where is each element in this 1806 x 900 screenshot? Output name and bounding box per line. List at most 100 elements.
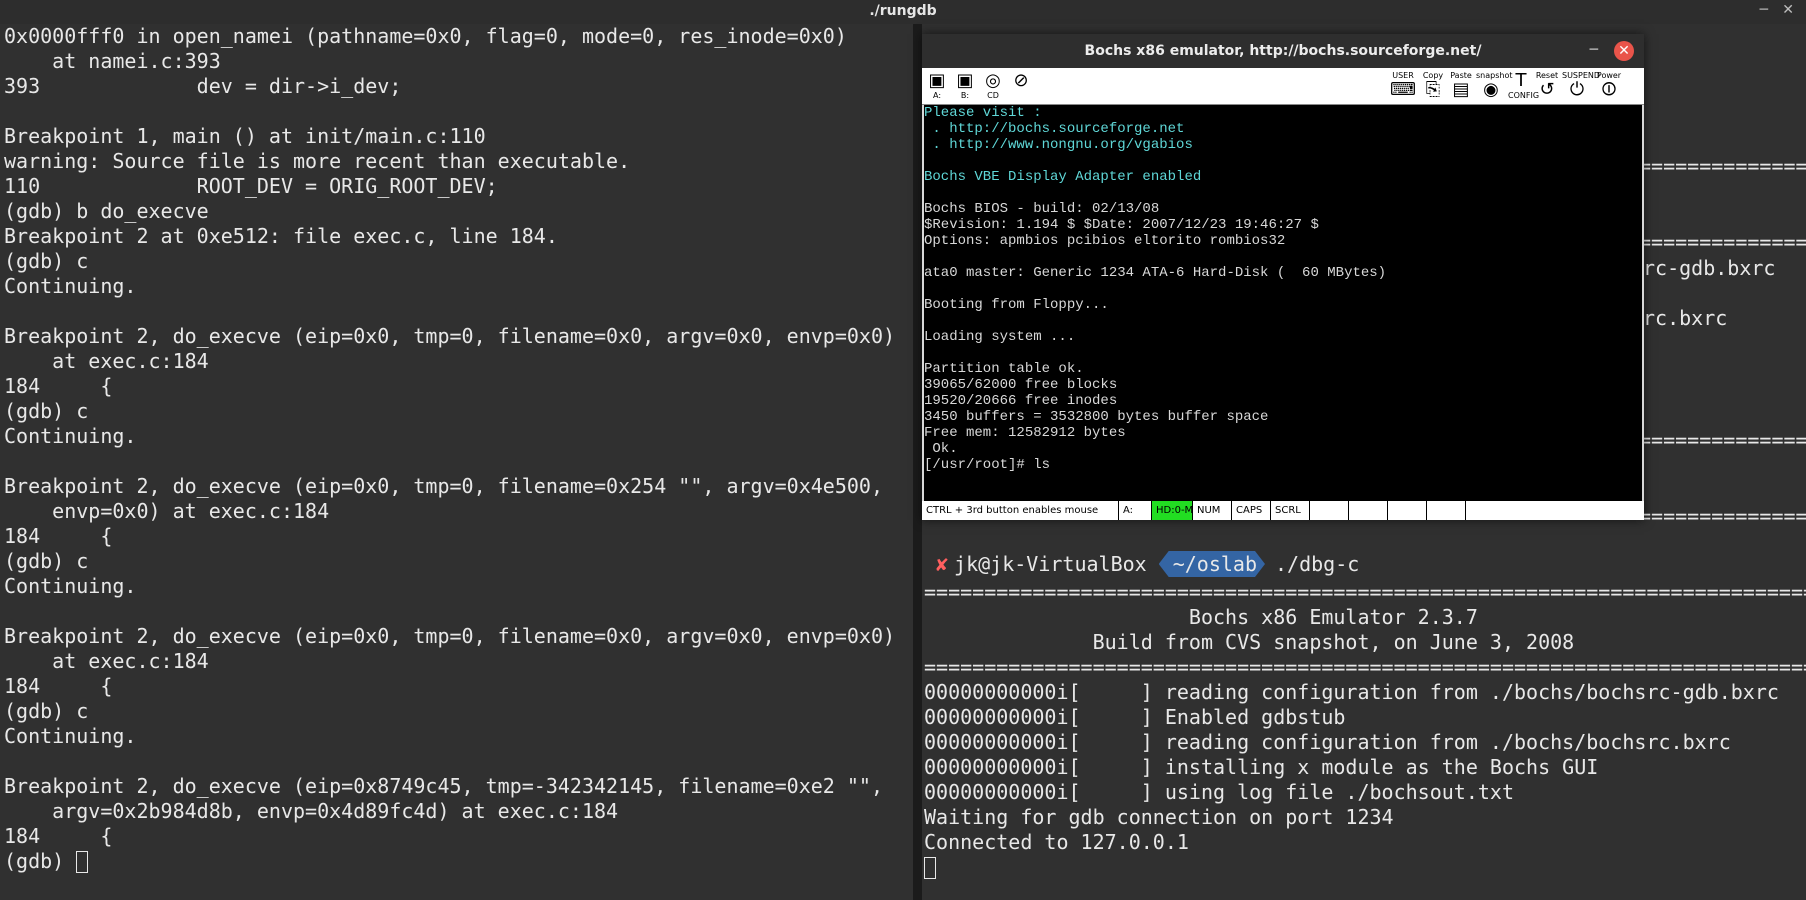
- close-icon[interactable]: ✕: [1614, 41, 1634, 61]
- status-empty: [1310, 501, 1349, 520]
- status-caps: CAPS: [1232, 501, 1271, 520]
- terminal-line: Connected to 127.0.0.1: [924, 830, 1189, 854]
- keyboard-icon[interactable]: USER ⌨: [1388, 71, 1418, 101]
- terminal-line: warning: Source file is more recent than…: [4, 149, 631, 173]
- terminal-line: . http://bochs.sourceforge.net: [932, 121, 1185, 137]
- camera-icon[interactable]: snapshot ◉: [1476, 71, 1513, 101]
- terminal-line: 00000000000i[ ] reading configuration fr…: [924, 730, 1731, 754]
- terminal-line: 393 dev = dir->i_dev;: [4, 74, 402, 98]
- floppy-b-icon[interactable]: ▣ B:: [952, 71, 978, 101]
- window-title: ./rungdb: [869, 3, 937, 19]
- terminal-line: (gdb) c: [4, 249, 89, 273]
- pane-divider[interactable]: [913, 24, 922, 900]
- terminal-line: 184 {: [4, 824, 113, 848]
- terminal-line: 184 {: [4, 674, 113, 698]
- obscured-text: rc-gdb.bxrc: [1643, 256, 1776, 280]
- suspend-icon[interactable]: SUSPEND ⏻: [1562, 71, 1600, 101]
- terminal-line: 184 {: [4, 524, 113, 548]
- minimize-icon[interactable]: ─: [1760, 2, 1768, 18]
- copy-icon[interactable]: Copy ⎘: [1420, 71, 1446, 101]
- prompt-path: ~/oslab: [1159, 551, 1265, 577]
- terminal-line: Please visit :: [924, 105, 1042, 121]
- status-scrl: SCRL: [1271, 501, 1310, 520]
- cdrom-icon[interactable]: ◎ CD: [980, 71, 1006, 101]
- terminal-line: envp=0x0) at exec.c:184: [52, 499, 330, 523]
- shell-prompt: ✘ jk@jk-VirtualBox ~/oslab ./dbg-c: [924, 550, 1359, 578]
- terminal-line: 00000000000i[ ] using log file ./bochsou…: [924, 780, 1515, 804]
- bochs-toolbar: ▣ A: ▣ B: ◎ CD ⊘ USER ⌨ Copy ⎘ Paste ▤ snapsho…: [922, 68, 1644, 105]
- terminal-line: Breakpoint 2, do_execve (eip=0x8749c45, …: [4, 774, 883, 798]
- minimize-icon[interactable]: ─: [1590, 34, 1598, 66]
- terminal-line: Options: apmbios pcibios eltorito rombio…: [924, 233, 1286, 249]
- terminal-line: Breakpoint 2, do_execve (eip=0x0, tmp=0,…: [4, 324, 896, 348]
- status-empty: [1349, 501, 1388, 520]
- terminal-line: Bochs x86 Emulator 2.3.7: [1188, 605, 1478, 629]
- terminal-cursor: [924, 857, 936, 879]
- status-hint: CTRL + 3rd button enables mouse: [922, 501, 1119, 520]
- terminal-line: 110 ROOT_DEV = ORIG_ROOT_DEV;: [4, 174, 498, 198]
- terminal-line: Build from CVS snapshot, on June 3, 2008: [1092, 630, 1575, 654]
- terminal-line: 39065/62000 free blocks: [924, 377, 1118, 393]
- terminal-line: Bochs VBE Display Adapter enabled: [924, 169, 1202, 185]
- terminal-line: ata0 master: Generic 1234 ATA-6 Hard-Dis…: [924, 265, 1387, 281]
- bochs-titlebar[interactable]: Bochs x86 emulator, http://bochs.sourcef…: [922, 34, 1644, 68]
- status-empty: [1388, 501, 1427, 520]
- floppy-a-icon[interactable]: ▣ A:: [924, 71, 950, 101]
- terminal-line: Breakpoint 2, do_execve (eip=0x0, tmp=0,…: [4, 474, 883, 498]
- terminal-line: Waiting for gdb connection on port 1234: [924, 805, 1394, 829]
- status-num: NUM: [1193, 501, 1232, 520]
- terminal-line: Loading system ...: [924, 329, 1076, 345]
- bochs-window[interactable]: Bochs x86 emulator, http://bochs.sourcef…: [922, 34, 1644, 520]
- terminal-line: 184 {: [4, 374, 113, 398]
- mouse-icon[interactable]: ⊘: [1008, 71, 1034, 101]
- terminal-line: argv=0x2b984d8b, envp=0x4d89fc4d) at exe…: [52, 799, 619, 823]
- terminal-line: (gdb) c: [4, 699, 89, 723]
- bochs-display[interactable]: Please visit : . http://bochs.sourceforg…: [924, 105, 1642, 501]
- power-icon[interactable]: Power ⏼: [1594, 71, 1624, 101]
- terminal-line: 00000000000i[ ] reading configuration fr…: [924, 680, 1779, 704]
- terminal-line: Partition table ok.: [924, 361, 1084, 377]
- gdb-prompt: (gdb): [4, 849, 77, 873]
- prompt-command: ./dbg-c: [1275, 551, 1360, 576]
- obscured-text: ================: [1639, 230, 1806, 254]
- terminal-line: 19520/20666 free inodes: [924, 393, 1118, 409]
- terminal-line: Continuing.: [4, 574, 137, 598]
- terminal-line: Breakpoint 2, do_execve (eip=0x0, tmp=0,…: [4, 624, 896, 648]
- terminal-line: ========================================…: [924, 580, 1806, 604]
- terminal-line: ========================================…: [924, 655, 1806, 679]
- terminal-line: 00000000000i[ ] installing x module as t…: [924, 755, 1599, 779]
- terminal-line: (gdb) c: [4, 549, 89, 573]
- obscured-text: ================: [1639, 154, 1806, 178]
- gdb-terminal[interactable]: 0x0000fff0 in open_namei (pathname=0x0, …: [0, 24, 913, 900]
- obscured-text: rc.bxrc: [1643, 306, 1728, 330]
- obscured-text: ================: [1639, 428, 1806, 452]
- terminal-line: Continuing.: [4, 274, 137, 298]
- terminal-line: Free mem: 12582912 bytes: [924, 425, 1126, 441]
- terminal-line: Continuing.: [4, 724, 137, 748]
- terminal-line: Bochs BIOS - build: 02/13/08: [924, 201, 1160, 217]
- terminal-line: Breakpoint 1, main () at init/main.c:110: [4, 124, 486, 148]
- terminal-line: 00000000000i[ ] Enabled gdbstub: [924, 705, 1346, 729]
- close-icon[interactable]: ✕: [1782, 2, 1794, 18]
- terminal-line: at namei.c:393: [52, 49, 221, 73]
- terminal-line: Continuing.: [4, 424, 137, 448]
- terminal-cursor: [76, 851, 89, 873]
- terminal-line: . http://www.nongnu.org/vgabios: [932, 137, 1193, 153]
- prompt-user: jk@jk-VirtualBox: [954, 551, 1147, 576]
- status-hd-led: HD:0-M: [1152, 501, 1193, 520]
- obscured-text: ================: [1639, 504, 1806, 528]
- gdb-output: 0x0000fff0 in open_namei (pathname=0x0, …: [4, 24, 913, 849]
- window-titlebar: ./rungdb ─ ✕: [0, 0, 1806, 24]
- status-empty: [1427, 501, 1466, 520]
- terminal-line: $Revision: 1.194 $ $Date: 2007/12/23 19:…: [924, 217, 1319, 233]
- reset-icon[interactable]: Reset ↺: [1534, 71, 1560, 101]
- config-icon[interactable]: T CONFIG: [1508, 71, 1539, 101]
- error-status-icon: ✘: [936, 551, 949, 576]
- bochs-statusbar: CTRL + 3rd button enables mouse A: HD:0-…: [922, 501, 1644, 520]
- status-floppy-a: A:: [1119, 501, 1152, 520]
- terminal-line: 0x0000fff0 in open_namei (pathname=0x0, …: [4, 24, 847, 48]
- terminal-line: Ok.: [932, 441, 958, 457]
- terminal-line: at exec.c:184: [52, 649, 209, 673]
- gdb-prompt-line[interactable]: (gdb): [4, 849, 913, 874]
- paste-icon[interactable]: Paste ▤: [1448, 71, 1474, 101]
